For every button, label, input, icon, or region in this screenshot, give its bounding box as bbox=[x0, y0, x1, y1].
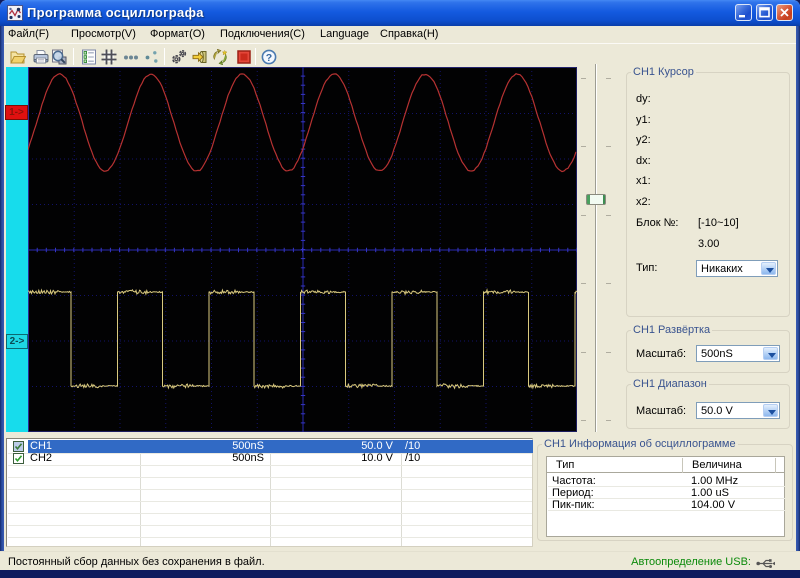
svg-text:?: ? bbox=[266, 52, 272, 64]
